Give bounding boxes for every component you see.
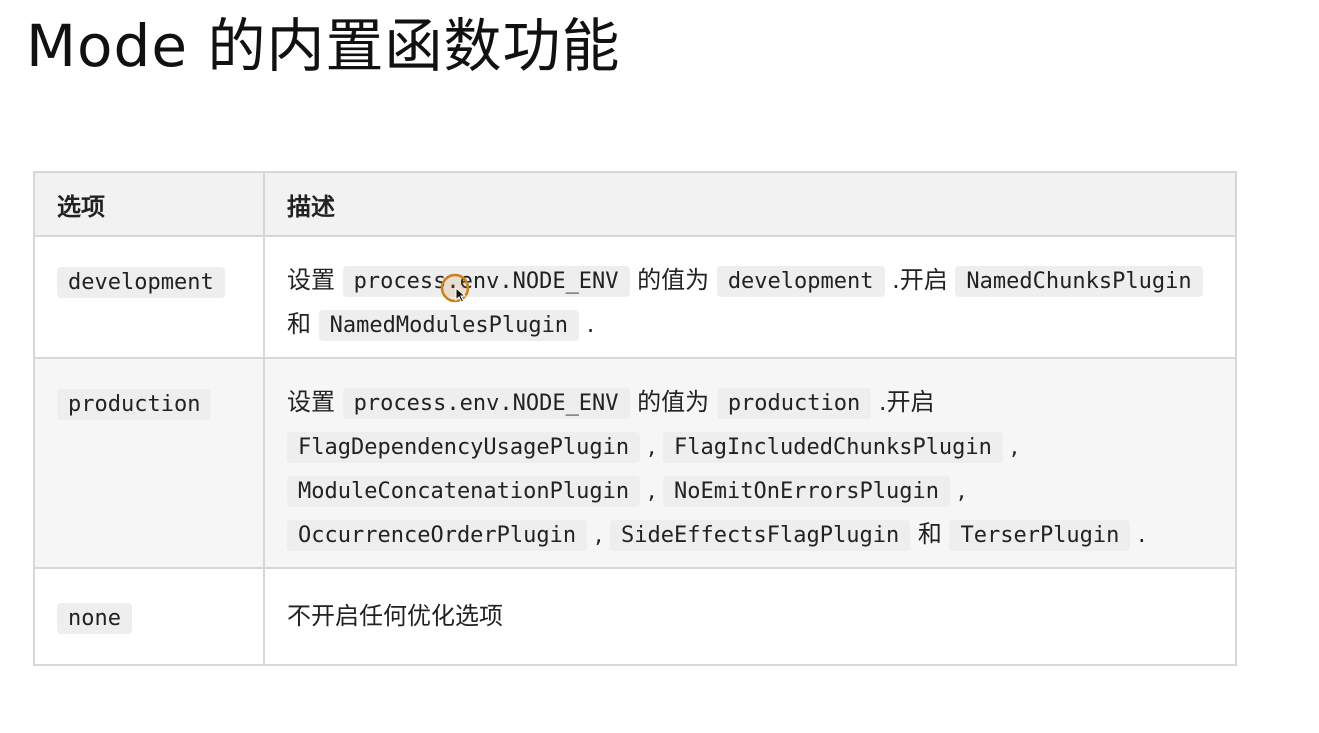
option-cell: production bbox=[33, 357, 265, 569]
option-cell: none bbox=[33, 567, 265, 666]
description-code: FlagIncludedChunksPlugin bbox=[663, 432, 1003, 463]
description-cell: 设置 process.env.NODE_ENV 的值为 production .… bbox=[263, 357, 1237, 569]
description-text: . bbox=[1130, 520, 1146, 548]
description-code: ModuleConcatenationPlugin bbox=[287, 476, 641, 507]
description-code: process.env.NODE_ENV bbox=[342, 266, 630, 297]
description-code: NamedChunksPlugin bbox=[955, 266, 1203, 297]
option-code: none bbox=[57, 603, 132, 634]
description-text: 不开启任何优化选项 bbox=[287, 602, 503, 630]
description-code: process.env.NODE_ENV bbox=[342, 388, 630, 419]
description-code: NoEmitOnErrorsPlugin bbox=[663, 476, 950, 507]
table-row-production: production 设置 process.env.NODE_ENV 的值为 p… bbox=[33, 357, 1237, 569]
description-text: , bbox=[949, 476, 966, 504]
table-header-row: 选项 描述 bbox=[33, 171, 1237, 237]
description-text: .开启 bbox=[884, 266, 956, 294]
description-text: .开启 bbox=[871, 388, 935, 416]
description-code: FlagDependencyUsagePlugin bbox=[287, 432, 641, 463]
table-row-development: development 设置 process.env.NODE_ENV 的值为 … bbox=[33, 235, 1237, 359]
description-cell: 设置 process.env.NODE_ENV 的值为 development … bbox=[263, 235, 1237, 359]
description-text: 的值为 bbox=[629, 388, 717, 416]
description-text: . bbox=[579, 310, 595, 338]
header-description: 描述 bbox=[263, 171, 1237, 237]
description-code: OccurrenceOrderPlugin bbox=[287, 520, 588, 551]
description-text: 设置 bbox=[287, 266, 343, 294]
description-text: , bbox=[640, 476, 664, 504]
description-text: , bbox=[587, 520, 611, 548]
description-code: production bbox=[716, 388, 872, 419]
option-code: development bbox=[57, 267, 225, 298]
description-text: 的值为 bbox=[629, 266, 717, 294]
description-text: 和 bbox=[287, 310, 319, 338]
description-code: SideEffectsFlagPlugin bbox=[610, 520, 911, 551]
description-text: , bbox=[1002, 432, 1019, 460]
description-code: development bbox=[716, 266, 885, 297]
description-code: TerserPlugin bbox=[949, 520, 1131, 551]
description-code: NamedModulesPlugin bbox=[318, 310, 580, 341]
table-row-none: none 不开启任何优化选项 bbox=[33, 567, 1237, 666]
description-cell: 不开启任何优化选项 bbox=[263, 567, 1237, 666]
option-cell: development bbox=[33, 235, 265, 359]
description-text: 设置 bbox=[287, 388, 343, 416]
mouse-pointer-icon bbox=[440, 273, 470, 303]
mode-table: 选项 描述 development 设置 process.env.NODE_EN… bbox=[33, 171, 1237, 666]
option-code: production bbox=[57, 389, 212, 420]
description-text: , bbox=[640, 432, 664, 460]
description-text: 和 bbox=[910, 520, 950, 548]
page-title: Mode 的内置函数功能 bbox=[26, 12, 621, 80]
header-option: 选项 bbox=[33, 171, 265, 237]
